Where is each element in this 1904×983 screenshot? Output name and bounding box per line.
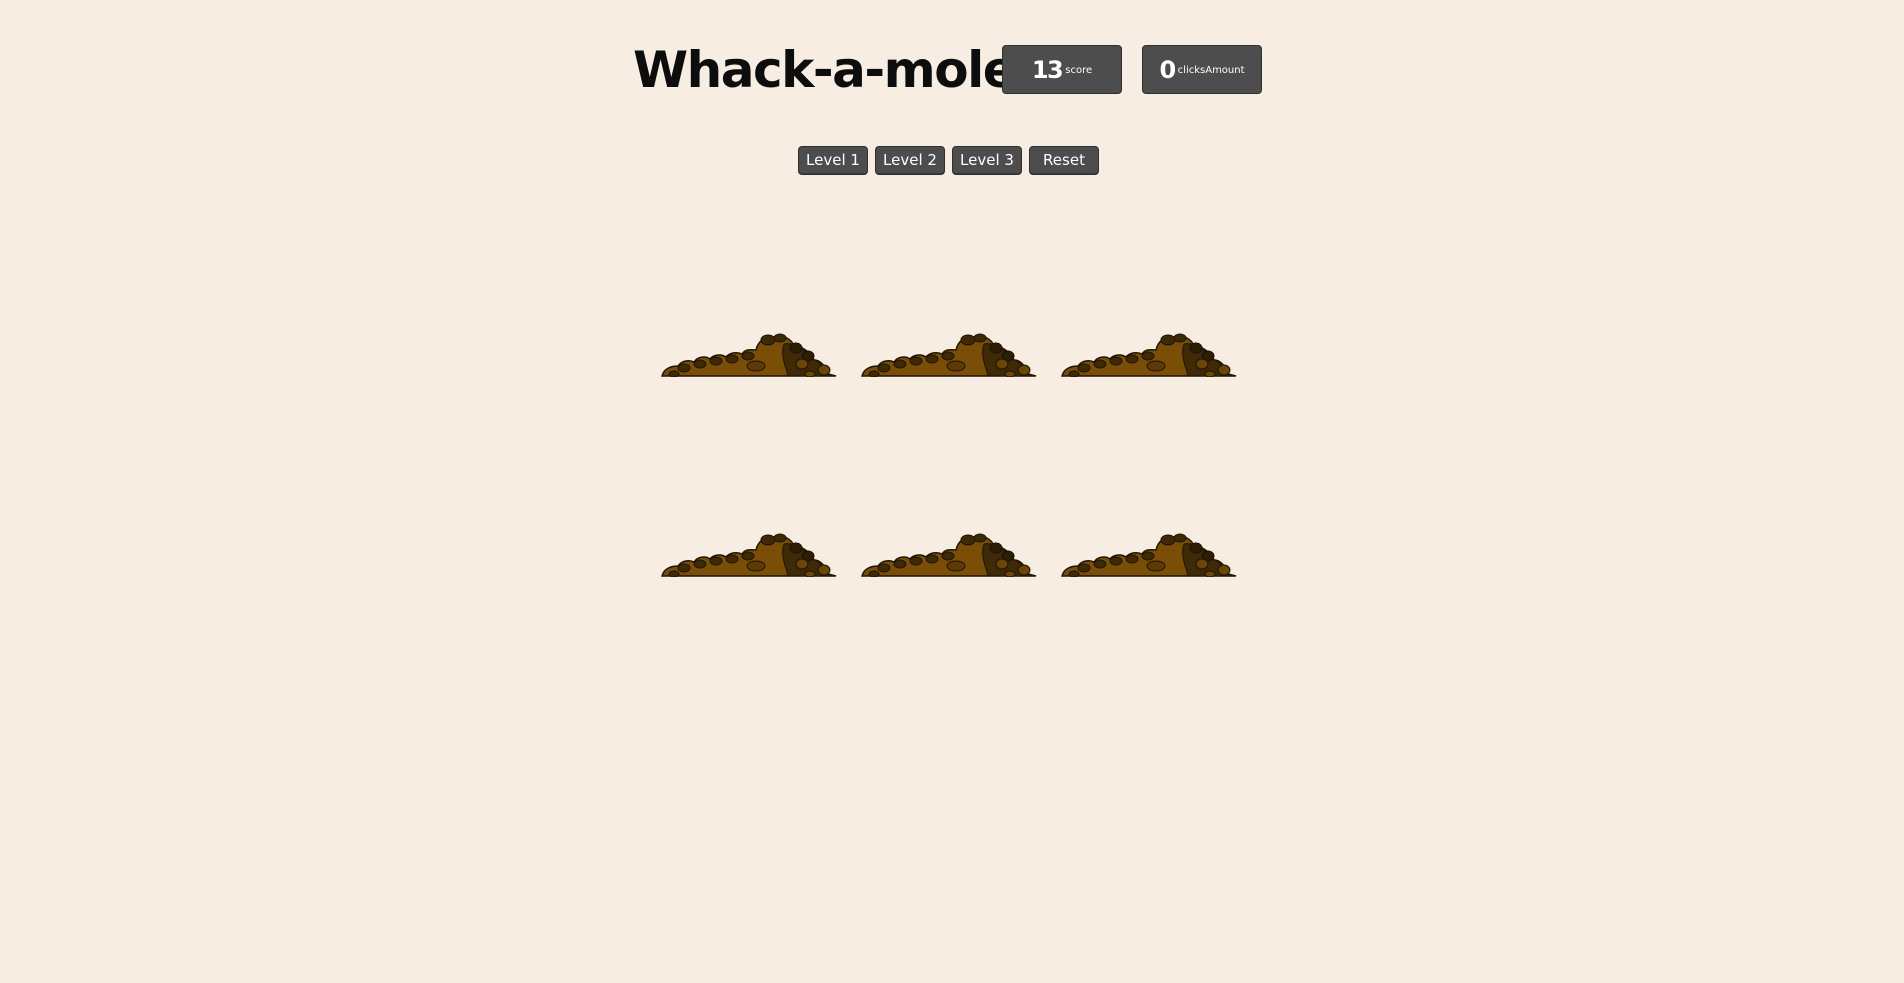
clicks-value: 0: [1159, 55, 1176, 84]
level-2-button[interactable]: Level 2: [875, 146, 945, 175]
dirt-mound-icon: [1061, 333, 1237, 377]
clicks-counter: 0 clicksAmount: [1142, 45, 1262, 94]
reset-button[interactable]: Reset: [1029, 146, 1099, 175]
dirt-mound-icon: [861, 533, 1037, 577]
hole-5[interactable]: [860, 427, 1037, 577]
game-title: Whack-a-mole: [633, 41, 1017, 99]
dirt-mound-icon: [661, 333, 837, 377]
dirt-mound-icon: [661, 533, 837, 577]
game-page: Whack-a-mole 13 score 0 clicksAmount Lev…: [0, 0, 1904, 983]
score-label: score: [1065, 64, 1093, 76]
dirt-mound-icon: [861, 333, 1037, 377]
hole-4[interactable]: [660, 427, 837, 577]
hole-1[interactable]: [660, 227, 837, 377]
clicks-label: clicksAmount: [1177, 64, 1245, 76]
header: Whack-a-mole 13 score 0 clicksAmount: [0, 45, 1904, 95]
level-3-button[interactable]: Level 3: [952, 146, 1022, 175]
dirt-mound-icon: [1061, 533, 1237, 577]
level-controls: Level 1 Level 2 Level 3 Reset: [798, 146, 1099, 175]
hole-2[interactable]: [860, 227, 1037, 377]
hole-6[interactable]: [1060, 427, 1237, 577]
hole-3[interactable]: [1060, 227, 1237, 377]
level-1-button[interactable]: Level 1: [798, 146, 868, 175]
score-value: 13: [1031, 55, 1064, 84]
score-counter: 13 score: [1002, 45, 1122, 94]
